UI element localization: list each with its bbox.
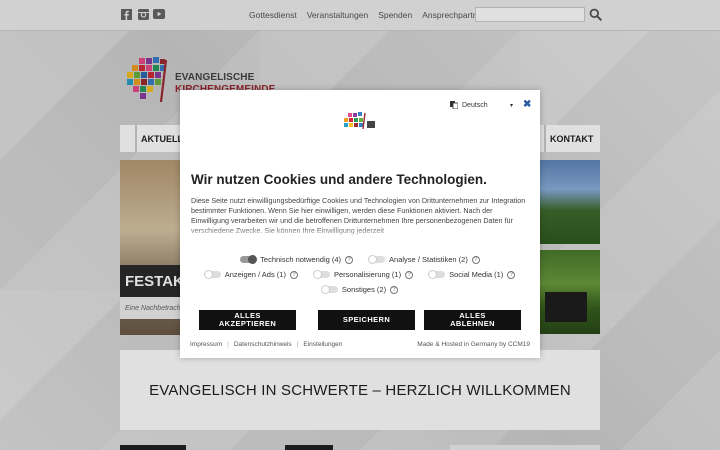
help-icon[interactable]: ? <box>289 270 298 279</box>
toggle-label: Anzeigen / Ads (1) <box>224 270 286 279</box>
footer-link-impressum[interactable]: Impressum <box>190 341 222 348</box>
toggle-social-media[interactable]: Social Media (1) ? <box>428 270 516 279</box>
close-icon[interactable]: ✖ <box>523 99 531 110</box>
dialog-footer-credit[interactable]: Made & Hosted in Germany by CCM19 <box>417 341 530 348</box>
save-button[interactable]: SPEICHERN <box>318 310 415 330</box>
dialog-title: Wir nutzen Cookies und andere Technologi… <box>191 172 487 187</box>
help-icon[interactable]: ? <box>345 255 354 264</box>
toggle-switch[interactable] <box>428 270 446 279</box>
dialog-logo-icon <box>344 112 375 130</box>
toggle-row-1: Technisch notwendig (4) ? Analyse / Stat… <box>180 255 540 264</box>
translate-icon <box>450 101 458 109</box>
toggle-technisch[interactable]: Technisch notwendig (4) ? <box>240 255 354 264</box>
toggle-analyse[interactable]: Analyse / Statistiken (2) ? <box>368 255 480 264</box>
toggle-label: Sonstiges (2) <box>341 285 387 294</box>
language-select[interactable]: Deutsch <box>450 101 488 109</box>
help-icon[interactable]: ? <box>507 270 516 279</box>
help-icon[interactable]: ? <box>471 255 480 264</box>
toggle-label: Technisch notwendig (4) <box>260 255 342 264</box>
language-label: Deutsch <box>462 101 488 109</box>
toggle-label: Social Media (1) <box>449 270 504 279</box>
reject-all-line2: ABLEHNEN <box>450 319 495 328</box>
accept-all-button[interactable]: ALLES AKZEPTIEREN <box>199 310 296 330</box>
accept-all-line2: AKZEPTIEREN <box>218 319 277 328</box>
toggle-sonstiges[interactable]: Sonstiges (2) ? <box>320 285 399 294</box>
toggle-label: Personalisierung (1) <box>333 270 402 279</box>
help-icon[interactable]: ? <box>405 270 414 279</box>
chevron-down-icon[interactable]: ▾ <box>510 102 513 109</box>
help-icon[interactable]: ? <box>390 285 399 294</box>
toggle-switch[interactable] <box>203 270 221 279</box>
toggle-switch[interactable] <box>240 255 258 264</box>
toggle-anzeigen[interactable]: Anzeigen / Ads (1) ? <box>203 270 298 279</box>
toggle-switch[interactable] <box>320 285 338 294</box>
reject-all-button[interactable]: ALLES ABLEHNEN <box>424 310 521 330</box>
toggle-label: Analyse / Statistiken (2) <box>389 255 468 264</box>
toggle-row-3: Sonstiges (2) ? <box>180 285 540 294</box>
text-fade <box>191 226 531 240</box>
footer-link-datenschutz[interactable]: Datenschutzhinweis <box>234 341 292 348</box>
footer-separator: | <box>296 341 299 348</box>
toggle-personalisierung[interactable]: Personalisierung (1) ? <box>312 270 414 279</box>
dialog-footer-links: Impressum | Datenschutzhinweis | Einstel… <box>190 341 342 348</box>
toggle-switch[interactable] <box>368 255 386 264</box>
toggle-switch[interactable] <box>312 270 330 279</box>
footer-separator: | <box>227 341 229 348</box>
toggle-row-2: Anzeigen / Ads (1) ? Personalisierung (1… <box>180 270 540 279</box>
cookie-consent-dialog: Deutsch ▾ ✖ Wir nutzen Cookies und ander… <box>180 90 540 358</box>
footer-link-einstellungen[interactable]: Einstellungen <box>303 341 342 348</box>
